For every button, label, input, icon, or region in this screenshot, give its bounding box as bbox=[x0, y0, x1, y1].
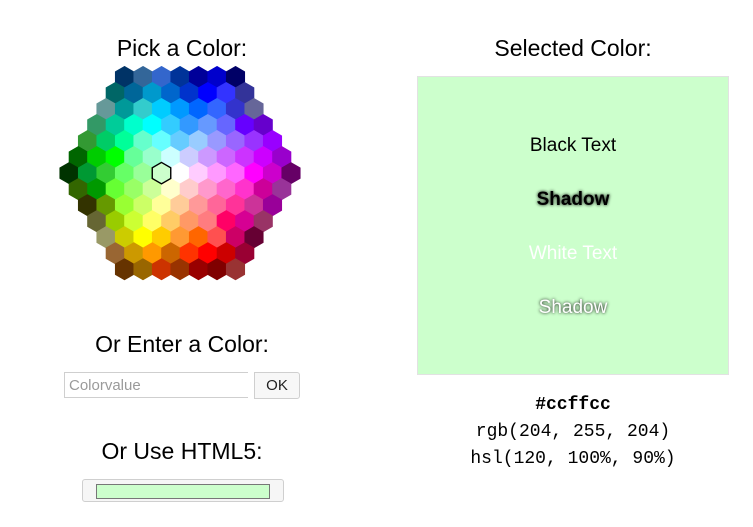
white-text-sample: White Text bbox=[528, 243, 618, 264]
enter-color-heading: Or Enter a Color: bbox=[95, 331, 269, 357]
dark-shadow-sample: Shadow bbox=[536, 189, 610, 210]
black-text-sample: Black Text bbox=[529, 135, 617, 156]
html5-heading: Or Use HTML5: bbox=[101, 438, 263, 464]
light-shadow-sample: Shadow bbox=[538, 297, 608, 318]
ok-button[interactable]: OK bbox=[254, 372, 300, 399]
hsl-value: hsl(120, 100%, 90%) bbox=[470, 449, 676, 469]
selected-color-preview: Black Text Shadow White Text Shadow bbox=[417, 76, 729, 375]
selected-color-heading: Selected Color: bbox=[494, 35, 652, 61]
pick-color-heading: Pick a Color: bbox=[116, 35, 248, 61]
html5-color-picker[interactable] bbox=[82, 479, 284, 502]
rgb-value: rgb(204, 255, 204) bbox=[475, 422, 671, 442]
color-hexagon-map[interactable] bbox=[55, 66, 305, 284]
color-value-input[interactable] bbox=[64, 372, 248, 398]
html5-color-swatch bbox=[96, 484, 270, 499]
hex-value: #ccffcc bbox=[535, 395, 611, 415]
